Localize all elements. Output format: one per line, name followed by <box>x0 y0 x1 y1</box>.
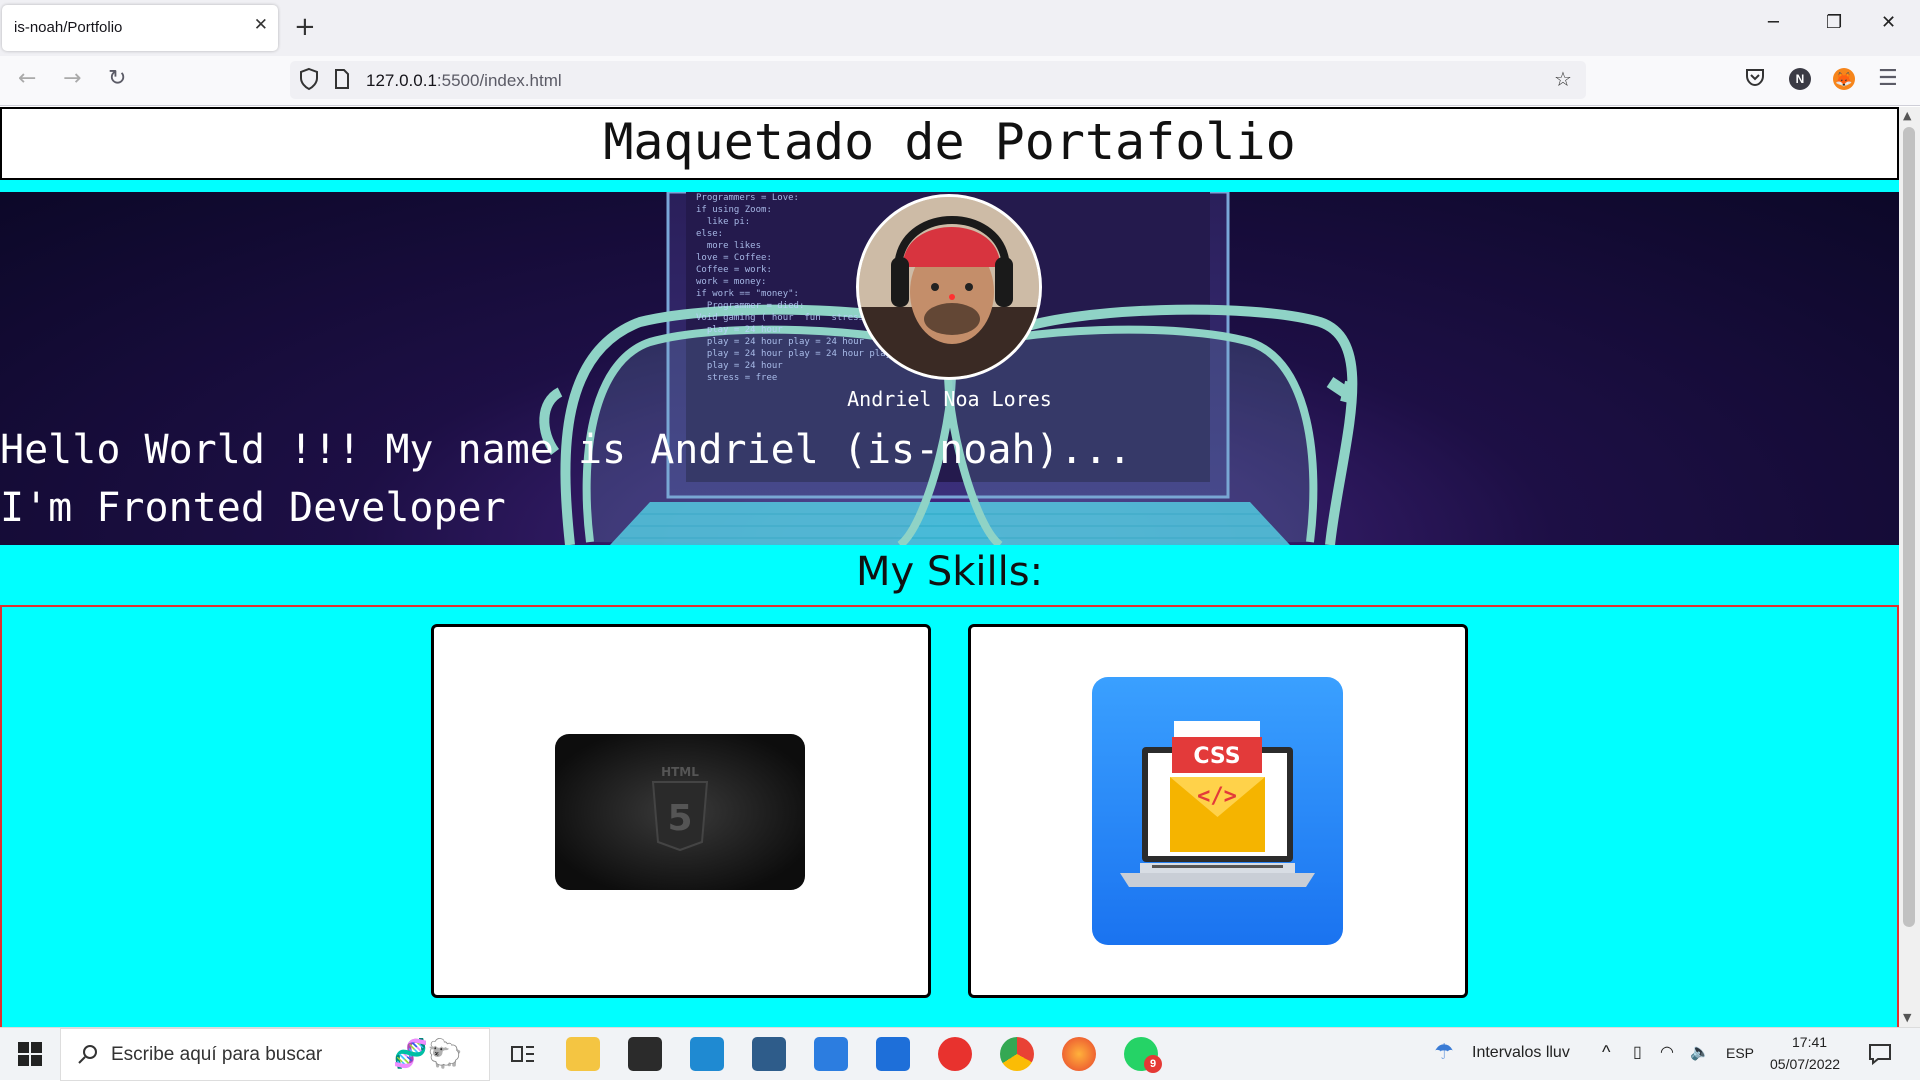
hero-role: I'm Fronted Developer <box>0 485 506 531</box>
weather-icon[interactable]: ☂ <box>1434 1040 1454 1065</box>
whatsapp-icon[interactable]: 9 <box>1124 1037 1162 1073</box>
back-icon[interactable]: ← <box>18 66 36 91</box>
windows-start-icon[interactable] <box>18 1042 42 1070</box>
skills-container: HTML 5 CSS </> <box>0 605 1899 1027</box>
whatsapp-badge: 9 <box>1144 1055 1162 1073</box>
save-disk-icon[interactable] <box>876 1037 910 1071</box>
forward-icon[interactable]: → <box>63 66 81 91</box>
file-explorer-icon[interactable] <box>566 1037 600 1071</box>
scroll-up-icon[interactable]: ▲ <box>1903 109 1911 122</box>
scroll-down-icon[interactable]: ▼ <box>1903 1011 1911 1024</box>
virtual-desktop-icon[interactable] <box>814 1037 848 1071</box>
profile-avatar[interactable]: N <box>1789 68 1811 90</box>
pocket-icon[interactable] <box>1744 66 1766 93</box>
volume-icon[interactable]: 🔈 <box>1690 1042 1710 1062</box>
new-tab-button[interactable]: + <box>294 12 316 42</box>
search-icon <box>77 1043 99 1069</box>
firefox-icon[interactable] <box>1062 1037 1096 1071</box>
avatar <box>856 194 1042 380</box>
wifi-icon[interactable]: ◠ <box>1660 1042 1674 1062</box>
css-badge: CSS <box>1193 744 1240 769</box>
reload-icon[interactable]: ↻ <box>108 66 126 91</box>
css-code-symbol: </> <box>1197 784 1237 809</box>
search-placeholder: Escribe aquí para buscar <box>111 1044 323 1065</box>
app-icon[interactable] <box>752 1037 786 1071</box>
browser-tab-bar: is-noah/Portfolio ✕ + ─ ❐ ✕ <box>0 0 1920 56</box>
hero-greeting: Hello World !!! My name is Andriel (is-n… <box>0 427 1132 473</box>
minimize-icon[interactable]: ─ <box>1768 12 1779 33</box>
restore-icon[interactable]: ❐ <box>1826 12 1842 33</box>
search-highlight-icon: 🧬🐑 <box>393 1037 463 1070</box>
close-window-icon[interactable]: ✕ <box>1881 12 1896 33</box>
skill-card-html[interactable]: HTML 5 <box>431 624 931 998</box>
battery-icon[interactable]: ▯ <box>1633 1042 1642 1062</box>
language-indicator[interactable]: ESP <box>1726 1045 1754 1061</box>
url-bar[interactable]: 127.0.0.1:5500/index.html ☆ <box>290 61 1586 99</box>
page-title: Maquetado de Portafolio <box>603 113 1296 171</box>
tab-title: is-noah/Portfolio <box>14 19 123 36</box>
weather-text[interactable]: Intervalos lluv <box>1472 1044 1570 1062</box>
anydesk-icon[interactable] <box>938 1037 972 1071</box>
html5-label: HTML <box>661 765 699 779</box>
notification-icon[interactable] <box>1868 1042 1892 1070</box>
html5-icon: HTML 5 <box>555 734 805 890</box>
task-view-icon[interactable] <box>506 1037 540 1071</box>
taskbar-search[interactable]: Escribe aquí para buscar 🧬🐑 <box>60 1028 490 1081</box>
vscode-icon[interactable] <box>690 1037 724 1071</box>
skills-title: My Skills: <box>855 549 1044 595</box>
clock-date[interactable]: 05/07/2022 <box>1770 1056 1840 1072</box>
tab-close-icon[interactable]: ✕ <box>254 15 268 35</box>
tray-chevron-icon[interactable]: ^ <box>1602 1042 1610 1063</box>
page-icon[interactable] <box>332 67 352 96</box>
url-text[interactable]: 127.0.0.1:5500/index.html <box>366 71 562 91</box>
avatar-name: Andriel Noa Lores <box>847 387 1052 411</box>
page-scrollbar[interactable]: ▲ ▼ <box>1899 107 1920 1027</box>
tab-portfolio[interactable]: is-noah/Portfolio ✕ <box>2 5 278 51</box>
metamask-icon[interactable]: 🦊 <box>1833 68 1855 90</box>
terminal-icon[interactable] <box>628 1037 662 1071</box>
chrome-icon[interactable] <box>1000 1037 1034 1071</box>
page-header: Maquetado de Portafolio <box>0 107 1899 180</box>
hero-banner: Programmers = Love: if using Zoom: like p… <box>0 192 1899 545</box>
shield-icon[interactable] <box>298 67 320 96</box>
page-viewport: Maquetado de Portafolio Programmers = Lo… <box>0 107 1899 1027</box>
browser-nav-bar: ← → ↻ 127.0.0.1:5500/index.html ☆ N 🦊 ☰ <box>0 56 1920 106</box>
bookmark-star-icon[interactable]: ☆ <box>1554 67 1572 91</box>
scroll-thumb[interactable] <box>1903 127 1915 927</box>
clock-time[interactable]: 17:41 <box>1792 1034 1827 1050</box>
html5-badge: 5 <box>667 798 692 839</box>
windows-taskbar: Escribe aquí para buscar 🧬🐑 9 ☂ Interval… <box>0 1027 1920 1081</box>
skill-card-css[interactable]: CSS </> <box>968 624 1468 998</box>
css-laptop-icon: CSS </> <box>1092 677 1343 945</box>
menu-icon[interactable]: ☰ <box>1878 66 1898 91</box>
